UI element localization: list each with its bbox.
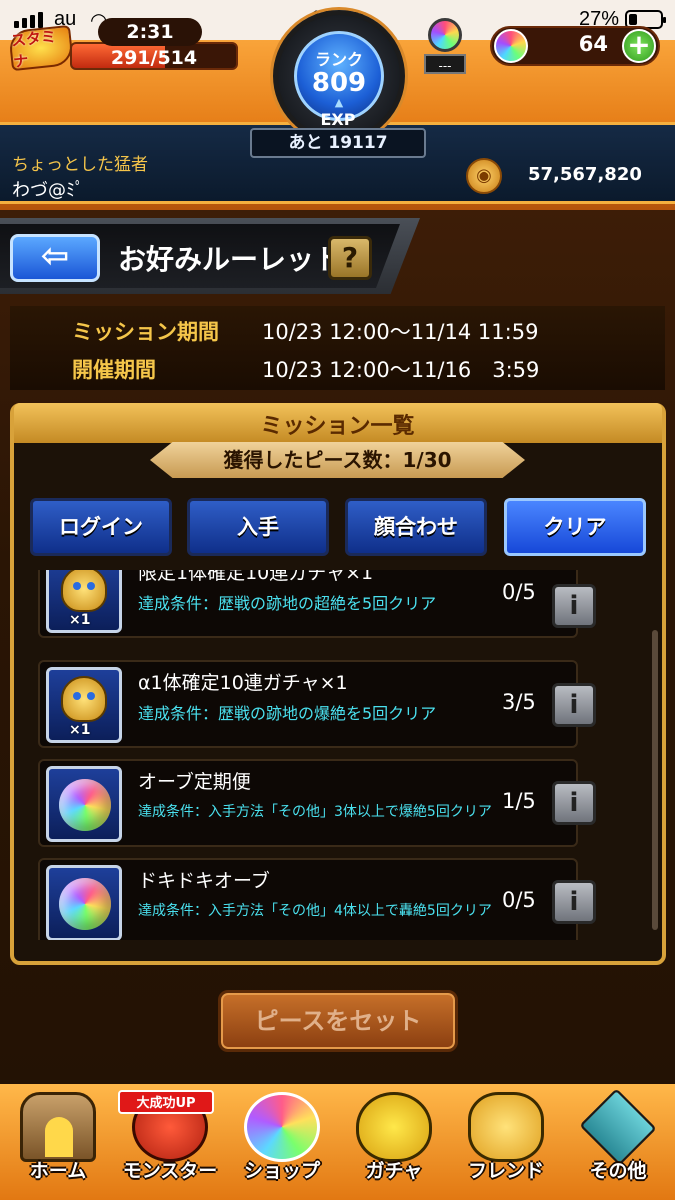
mission-period-row: ミッション期間 10/23 12:00〜11/14 11:59	[72, 316, 538, 346]
mission-reward-icon	[46, 865, 122, 940]
orb-icon	[494, 29, 528, 63]
gold-coin-icon: ◉	[466, 158, 502, 194]
tab-clear[interactable]: クリア	[504, 498, 646, 556]
stamina-timer: 2:31	[98, 18, 202, 46]
dragon-icon	[61, 570, 107, 612]
dragon-icon	[61, 676, 107, 722]
orb-slot[interactable]: ---	[422, 14, 468, 76]
other-icon	[579, 1088, 657, 1166]
rank-up-arrow-icon: ▲	[334, 96, 344, 109]
nav-gacha[interactable]: ガチャ	[340, 1090, 448, 1194]
orb-slot-icon	[428, 18, 462, 52]
tab-obtain[interactable]: 入手	[187, 498, 329, 556]
info-icon: i	[569, 591, 579, 621]
nav-shop[interactable]: ショップ	[228, 1090, 336, 1194]
mission-condition: 達成条件：歴戦の跡地の超絶を5回クリア	[138, 594, 437, 613]
info-icon: i	[569, 788, 579, 818]
mission-condition: 達成条件：入手方法「その他」3体以上で爆絶5回クリア	[138, 804, 492, 820]
event-period-row: 開催期間 10/23 12:00〜11/16 3:59	[72, 354, 539, 384]
monster-boost-badge: 大成功UP	[118, 1090, 214, 1114]
info-button[interactable]: i	[552, 781, 596, 825]
nav-label: ショップ	[243, 1160, 320, 1182]
mission-list-scrollbar[interactable]	[652, 630, 658, 930]
help-button[interactable]: ?	[328, 236, 372, 280]
mission-name: 限定1体確定10連ガチャ×1	[138, 570, 374, 584]
nav-label: フレンド	[467, 1160, 544, 1182]
page-title: お好みルーレット	[118, 243, 343, 276]
nav-label: その他	[589, 1160, 647, 1182]
add-orb-button[interactable]: +	[622, 29, 656, 63]
tab-meet[interactable]: 顔合わせ	[345, 498, 487, 556]
friend-icon	[468, 1092, 544, 1162]
mission-reward-icon: ×1	[46, 570, 122, 633]
rank-value: 809	[311, 68, 367, 98]
nav-label: モンスター	[122, 1160, 218, 1182]
mission-progress: 0/5	[502, 888, 536, 912]
mission-name: オーブ定期便	[138, 771, 251, 793]
mission-panel-title: ミッション一覧	[260, 414, 415, 439]
mission-progress: 3/5	[502, 690, 536, 714]
orb-count: 64	[578, 32, 608, 56]
mission-reward-icon	[46, 766, 122, 842]
mission-item[interactable]: オーブ定期便 達成条件：入手方法「その他」3体以上で爆絶5回クリア 1/5	[38, 759, 578, 847]
nav-label: ガチャ	[365, 1160, 423, 1182]
gacha-egg-icon	[356, 1092, 432, 1162]
mission-name: α1体確定10連ガチャ×1	[138, 672, 348, 694]
nav-home[interactable]: ホーム	[4, 1090, 112, 1194]
event-period-value: 10/23 12:00〜11/16 3:59	[262, 358, 540, 382]
home-icon	[20, 1092, 96, 1162]
back-arrow-icon: ⇦	[40, 236, 70, 276]
player-title: ちょっとした猛者	[12, 155, 148, 175]
mission-item[interactable]: ×1 α1体確定10連ガチャ×1 達成条件：歴戦の跡地の爆絶を5回クリア 3/5	[38, 660, 578, 748]
player-name: わづ@ﾐﾟ	[12, 180, 84, 201]
stamina-bar: 291/514	[70, 42, 238, 70]
rank-label: ランク	[314, 50, 363, 69]
set-piece-button[interactable]: ピースをセット	[218, 990, 458, 1052]
mission-period-value: 10/23 12:00〜11/14 11:59	[262, 320, 539, 344]
mission-item[interactable]: ドキドキオーブ 達成条件：入手方法「その他」4体以上で轟絶5回クリア 0/5	[38, 858, 578, 940]
mission-progress: 1/5	[502, 789, 536, 813]
piece-count: 獲得したピース数：1/30	[150, 442, 525, 478]
nav-other[interactable]: その他	[564, 1088, 672, 1194]
event-period-label: 開催期間	[72, 358, 156, 382]
stamina-badge: スタミナ	[8, 24, 74, 72]
mission-period-label: ミッション期間	[72, 320, 219, 344]
info-button[interactable]: i	[552, 683, 596, 727]
info-button[interactable]: i	[552, 584, 596, 628]
shop-orb-icon	[244, 1092, 320, 1162]
info-icon: i	[569, 887, 579, 917]
info-icon: i	[569, 690, 579, 720]
nav-label: ホーム	[29, 1160, 87, 1182]
mission-item[interactable]: ×1 限定1体確定10連ガチャ×1 達成条件：歴戦の跡地の超絶を5回クリア 0/…	[38, 570, 578, 638]
exp-remaining: あと 19117	[250, 128, 426, 158]
mission-progress: 0/5	[502, 580, 536, 604]
orb-icon	[59, 878, 111, 930]
orb-counter: 64 +	[490, 26, 660, 66]
back-button[interactable]: ⇦	[10, 234, 100, 282]
orb-icon	[59, 779, 111, 831]
exp-label: EXP	[320, 110, 356, 129]
reward-multiplier: ×1	[69, 612, 91, 628]
mission-name: ドキドキオーブ	[138, 870, 270, 892]
reward-multiplier: ×1	[69, 722, 91, 738]
mission-condition: 達成条件：歴戦の跡地の爆絶を5回クリア	[138, 704, 437, 723]
orb-slot-text: ---	[424, 54, 466, 74]
mission-condition: 達成条件：入手方法「その他」4体以上で轟絶5回クリア	[138, 903, 492, 919]
tab-login[interactable]: ログイン	[30, 498, 172, 556]
gold-count: 57,567,820	[528, 164, 642, 185]
mission-reward-icon: ×1	[46, 667, 122, 743]
stamina-value: 291/514	[110, 47, 198, 69]
info-button[interactable]: i	[552, 880, 596, 924]
nav-friend[interactable]: フレンド	[452, 1090, 560, 1194]
